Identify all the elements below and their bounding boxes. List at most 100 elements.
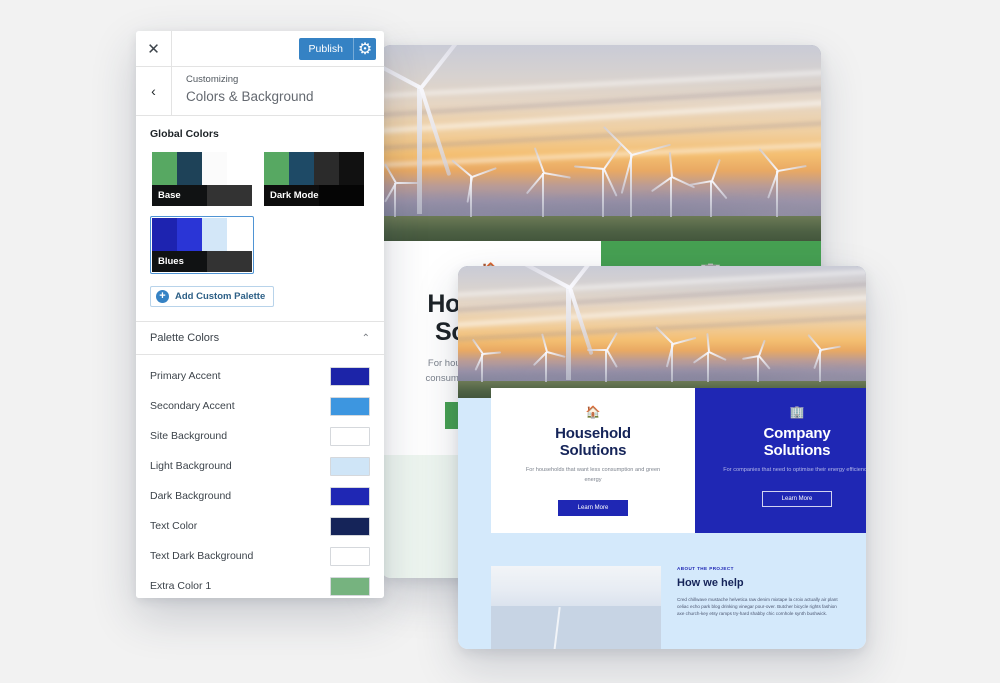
palette-swatch [152,152,177,185]
customizer-body[interactable]: Global Colors Base Dark Mode Blues + Add… [136,116,384,598]
customizer-topbar: ✕ Publish ⚙ [136,31,384,67]
color-row-primary-accent[interactable]: Primary Accent [136,361,384,391]
color-row-dark-background[interactable]: Dark Background [136,481,384,511]
solution-card-company-front[interactable]: 🏢 Company Solutions For companies that n… [695,388,866,533]
palette-footer: Dark Mode [264,185,364,206]
palette-swatch [339,152,364,185]
learn-more-button[interactable]: Learn More [761,490,833,507]
add-custom-palette-button[interactable]: + Add Custom Palette [150,286,275,307]
back-chevron-icon[interactable]: ‹ [136,67,172,115]
about-body: Cred chillwave mustache helvetica raw de… [677,597,838,617]
ground [381,215,821,241]
color-label: Site Background [150,430,228,442]
solution-description: For households that want less consumptio… [525,467,661,483]
solution-title-line2: Solutions [559,442,627,460]
color-swatch[interactable] [330,516,370,536]
palette-color-rows: Primary Accent Secondary Accent Site Bac… [136,355,384,598]
about-section-front: ABOUT THE PROJECT How we help Cred chill… [458,550,866,649]
color-row-text-color[interactable]: Text Color [136,511,384,541]
learn-more-button[interactable]: Learn More [557,500,629,517]
chevron-up-icon: ⌃ [361,332,370,344]
color-row-site-background[interactable]: Site Background [136,421,384,451]
screen: 🏠 Household Solutions For households tha… [0,0,1000,683]
palette-swatch [227,152,252,185]
global-colors-title: Global Colors [150,128,219,140]
palette-footer: Blues [152,251,252,272]
color-swatch[interactable] [330,486,370,506]
color-label: Secondary Accent [150,400,235,412]
solutions-section-front: 🏠 Household Solutions For households tha… [491,388,866,533]
gear-icon[interactable]: ⚙ [353,37,376,60]
turbine-mast [545,352,547,383]
color-row-extra-color-1[interactable]: Extra Color 1 [136,571,384,598]
palette-swatches [152,152,252,185]
building-icon: 🏢 [789,405,805,419]
color-swatch[interactable] [330,426,370,446]
about-text: ABOUT THE PROJECT How we help Cred chill… [661,566,838,649]
palette-base[interactable]: Base [150,150,254,208]
palette-swatches [152,218,252,251]
color-label: Primary Accent [150,370,221,382]
plus-icon: + [156,290,169,303]
turbine-mast [542,173,544,218]
turbine-mast [710,181,712,218]
palette-swatch [202,218,227,251]
palette-swatch [177,152,202,185]
solar-panel-image [491,566,661,649]
solution-title-line2: Solutions [763,442,831,460]
turbine-mast [670,177,672,218]
color-label: Dark Background [150,490,232,502]
color-swatch[interactable] [330,546,370,566]
add-custom-palette-label: Add Custom Palette [175,291,266,302]
color-row-secondary-accent[interactable]: Secondary Accent [136,391,384,421]
color-swatch[interactable] [330,576,370,596]
palette-tail [207,185,252,206]
hills [458,359,866,381]
palette-swatch [177,218,202,251]
turbine-mast [416,87,422,214]
solutions-wrapper-front: 🏠 Household Solutions For households tha… [458,388,866,550]
hills [381,184,821,216]
color-row-light-background[interactable]: Light Background [136,451,384,481]
customizer-header: ‹ Customizing Colors & Background [136,67,384,116]
preview-card-front[interactable]: 🏠 Household Solutions For households tha… [458,266,866,649]
publish-group[interactable]: Publish ⚙ [298,37,376,60]
hero-image-back [381,45,821,241]
turbine-mast [605,350,607,383]
palette-tail [207,251,252,272]
turbine-mast [602,169,604,218]
customizer-header-text: Customizing Colors & Background [172,67,314,115]
customizing-kicker: Customizing [186,74,239,85]
palette-tail [319,185,364,206]
palette-list: Base Dark Mode Blues [150,150,370,274]
publish-button[interactable]: Publish [298,37,353,60]
color-label: Text Dark Background [150,550,254,562]
palette-swatch [152,218,177,251]
palette-name: Dark Mode [264,185,319,206]
palette-swatch [314,152,339,185]
palette-name: Base [152,185,207,206]
color-swatch[interactable] [330,366,370,386]
customizer-panel[interactable]: ✕ Publish ⚙ ‹ Customizing Colors & Backg… [136,31,384,598]
color-swatch[interactable] [330,456,370,476]
palette-swatch [202,152,227,185]
hero-image-front [458,266,866,398]
palette-swatches [264,152,364,185]
home-icon: 🏠 [585,405,601,419]
palette-name: Blues [152,251,207,272]
palette-swatch [289,152,314,185]
palette-dark-mode[interactable]: Dark Mode [262,150,366,208]
palette-blues[interactable]: Blues [150,216,254,274]
palette-colors-title: Palette Colors [150,332,220,344]
panel-sky [491,566,661,606]
palette-colors-accordion[interactable]: Palette Colors ⌃ [136,322,384,355]
turbine-mast [565,287,571,380]
turbine-blade [587,349,607,352]
solution-card-household-front[interactable]: 🏠 Household Solutions For households tha… [491,388,695,533]
about-kicker: ABOUT THE PROJECT [677,566,734,571]
color-row-text-dark-background[interactable]: Text Dark Background [136,541,384,571]
page-title: Colors & Background [186,89,314,105]
color-label: Light Background [150,460,232,472]
color-swatch[interactable] [330,396,370,416]
close-icon[interactable]: ✕ [136,31,172,66]
